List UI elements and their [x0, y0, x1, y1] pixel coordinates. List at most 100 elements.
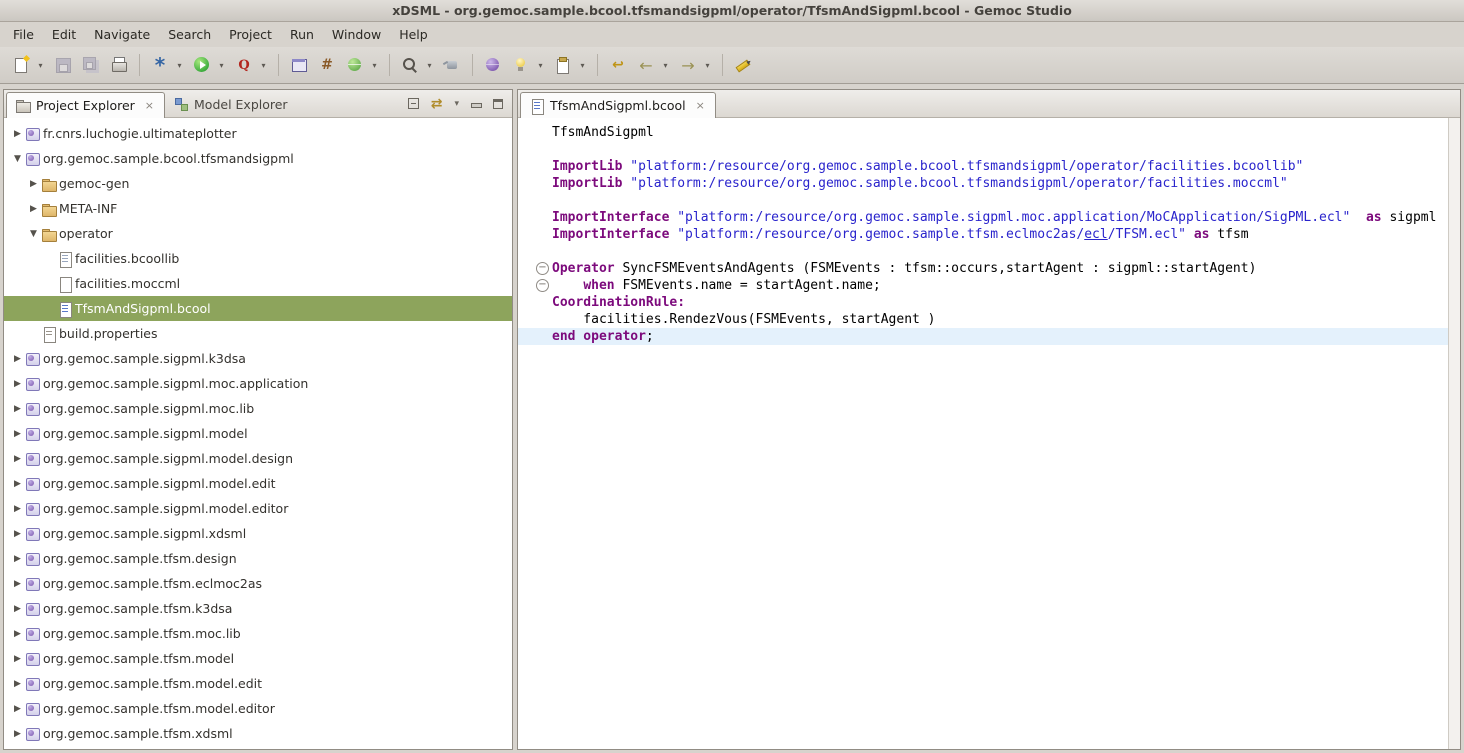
- code-line[interactable]: facilities.RendezVous(FSMEvents, startAg…: [518, 311, 1448, 328]
- back-dropdown[interactable]: ▾: [660, 52, 671, 78]
- tree-item[interactable]: ▶org.gemoc.sample.sigpml.moc.lib: [4, 396, 512, 421]
- tree-arrow-icon[interactable]: ▼: [26, 229, 41, 239]
- tree-arrow-icon[interactable]: ▶: [10, 704, 25, 714]
- new-project-button[interactable]: [286, 52, 312, 78]
- code-line[interactable]: when FSMEvents.name = startAgent.name;: [518, 277, 1448, 294]
- new-class-dropdown[interactable]: ▾: [369, 52, 380, 78]
- tree-item[interactable]: ▶org.gemoc.sample.sigpml.model.edit: [4, 471, 512, 496]
- editor-tab-tfsmandsigpml[interactable]: TfsmAndSigpml.bcool ×: [520, 92, 716, 118]
- menu-edit[interactable]: Edit: [43, 22, 85, 47]
- new-class-button[interactable]: [342, 52, 368, 78]
- browser-button[interactable]: [480, 52, 506, 78]
- run-config-dropdown[interactable]: ▾: [535, 52, 546, 78]
- tree-arrow-icon[interactable]: ▶: [10, 504, 25, 514]
- run-button[interactable]: [189, 52, 215, 78]
- run-config-button[interactable]: [508, 52, 534, 78]
- tree-item[interactable]: ▶org.gemoc.sample.sigpml.model.editor: [4, 496, 512, 521]
- menu-window[interactable]: Window: [323, 22, 390, 47]
- tree-arrow-icon[interactable]: ▶: [10, 354, 25, 364]
- tree-arrow-icon[interactable]: ▶: [10, 404, 25, 414]
- code-line[interactable]: ImportLib "platform:/resource/org.gemoc.…: [518, 158, 1448, 175]
- debug-button[interactable]: *: [147, 52, 173, 78]
- tree-item[interactable]: ▼org.gemoc.sample.bcool.tfsmandsigpml: [4, 146, 512, 171]
- code-line[interactable]: ImportInterface "platform:/resource/org.…: [518, 226, 1448, 243]
- collapse-all-icon[interactable]: [408, 98, 419, 109]
- tree-item[interactable]: ▶org.gemoc.sample.sigpml.model.design: [4, 446, 512, 471]
- view-menu-icon[interactable]: ▾: [454, 99, 459, 109]
- tree-arrow-icon[interactable]: ▶: [26, 204, 41, 214]
- forward-button[interactable]: →: [675, 52, 701, 78]
- view-tab-model-explorer[interactable]: Model Explorer: [165, 91, 296, 117]
- last-edit-button[interactable]: ↩: [605, 52, 631, 78]
- tree-item[interactable]: ▶org.gemoc.sample.tfsm.model: [4, 646, 512, 671]
- debug-dropdown[interactable]: ▾: [174, 52, 185, 78]
- code-line[interactable]: [518, 141, 1448, 158]
- tree-item[interactable]: ▶org.gemoc.sample.tfsm.model.editor: [4, 696, 512, 721]
- tree-item[interactable]: ▶org.gemoc.sample.tfsm.moc.lib: [4, 621, 512, 646]
- code-line[interactable]: [518, 243, 1448, 260]
- tree-item[interactable]: ▶org.gemoc.sample.tfsm.k3dsa: [4, 596, 512, 621]
- menu-navigate[interactable]: Navigate: [85, 22, 159, 47]
- code-line[interactable]: TfsmAndSigpml: [518, 124, 1448, 141]
- tree-arrow-icon[interactable]: ▶: [10, 454, 25, 464]
- tree-item[interactable]: ▶org.gemoc.sample.tfsm.design: [4, 546, 512, 571]
- search-button[interactable]: [397, 52, 423, 78]
- tree-item[interactable]: facilities.bcoollib: [4, 246, 512, 271]
- tree-arrow-icon[interactable]: ▶: [10, 129, 25, 139]
- new-package-button[interactable]: #: [314, 52, 340, 78]
- tree-item[interactable]: ▶org.gemoc.sample.tfsm.xdsml: [4, 721, 512, 746]
- tree-arrow-icon[interactable]: ▶: [10, 429, 25, 439]
- fold-collapse-icon[interactable]: [518, 260, 552, 277]
- search-dropdown[interactable]: ▾: [424, 52, 435, 78]
- tree-item[interactable]: TfsmAndSigpml.bcool: [4, 296, 512, 321]
- minimize-icon[interactable]: [471, 99, 481, 109]
- tree-arrow-icon[interactable]: ▶: [10, 554, 25, 564]
- tree-arrow-icon[interactable]: ▶: [10, 479, 25, 489]
- highlight-button[interactable]: [730, 52, 756, 78]
- close-icon[interactable]: ×: [143, 99, 156, 112]
- tree-arrow-icon[interactable]: ▶: [10, 729, 25, 739]
- code-line[interactable]: ImportInterface "platform:/resource/org.…: [518, 209, 1448, 226]
- annotations-button[interactable]: [550, 52, 576, 78]
- code-line[interactable]: CoordinationRule:: [518, 294, 1448, 311]
- tree-item[interactable]: build.properties: [4, 321, 512, 346]
- back-button[interactable]: ←: [633, 52, 659, 78]
- coverage-dropdown[interactable]: ▾: [258, 52, 269, 78]
- tree-item[interactable]: ▶fr.cnrs.luchogie.ultimateplotter: [4, 121, 512, 146]
- coverage-button[interactable]: Q: [231, 52, 257, 78]
- link-with-editor-icon[interactable]: ⇄: [431, 96, 443, 112]
- new-button[interactable]: [8, 52, 34, 78]
- tree-arrow-icon[interactable]: ▶: [10, 604, 25, 614]
- code-line[interactable]: end operator;: [518, 328, 1448, 345]
- tree-arrow-icon[interactable]: ▶: [10, 529, 25, 539]
- menu-file[interactable]: File: [4, 22, 43, 47]
- print-button[interactable]: [106, 52, 132, 78]
- view-tab-project-explorer[interactable]: Project Explorer×: [6, 92, 165, 118]
- tree-arrow-icon[interactable]: ▶: [10, 679, 25, 689]
- tree-item[interactable]: ▼operator: [4, 221, 512, 246]
- tree-arrow-icon[interactable]: ▶: [10, 629, 25, 639]
- tree-item[interactable]: ▶org.gemoc.sample.sigpml.model: [4, 421, 512, 446]
- menu-search[interactable]: Search: [159, 22, 220, 47]
- tree-item[interactable]: MCfacilities.moccml: [4, 271, 512, 296]
- tree-item[interactable]: ▶org.gemoc.sample.sigpml.xdsml: [4, 521, 512, 546]
- forward-dropdown[interactable]: ▾: [702, 52, 713, 78]
- close-icon[interactable]: ×: [694, 99, 707, 112]
- tree-item[interactable]: ▶org.gemoc.sample.sigpml.k3dsa: [4, 346, 512, 371]
- menu-project[interactable]: Project: [220, 22, 281, 47]
- open-type-button[interactable]: [439, 52, 465, 78]
- fold-collapse-icon[interactable]: [518, 277, 552, 294]
- menu-help[interactable]: Help: [390, 22, 437, 47]
- code-line[interactable]: Operator SyncFSMEventsAndAgents (FSMEven…: [518, 260, 1448, 277]
- overview-ruler[interactable]: [1448, 118, 1460, 749]
- annotations-dropdown[interactable]: ▾: [577, 52, 588, 78]
- tree-item[interactable]: ▶org.gemoc.sample.sigpml.moc.application: [4, 371, 512, 396]
- code-line[interactable]: [518, 192, 1448, 209]
- new-dropdown[interactable]: ▾: [35, 52, 46, 78]
- tree-arrow-icon[interactable]: ▼: [10, 154, 25, 164]
- tree-arrow-icon[interactable]: ▶: [10, 654, 25, 664]
- code-line[interactable]: ImportLib "platform:/resource/org.gemoc.…: [518, 175, 1448, 192]
- tree-arrow-icon[interactable]: ▶: [10, 579, 25, 589]
- tree-item[interactable]: ▶org.gemoc.sample.tfsm.eclmoc2as: [4, 571, 512, 596]
- tree-arrow-icon[interactable]: ▶: [10, 379, 25, 389]
